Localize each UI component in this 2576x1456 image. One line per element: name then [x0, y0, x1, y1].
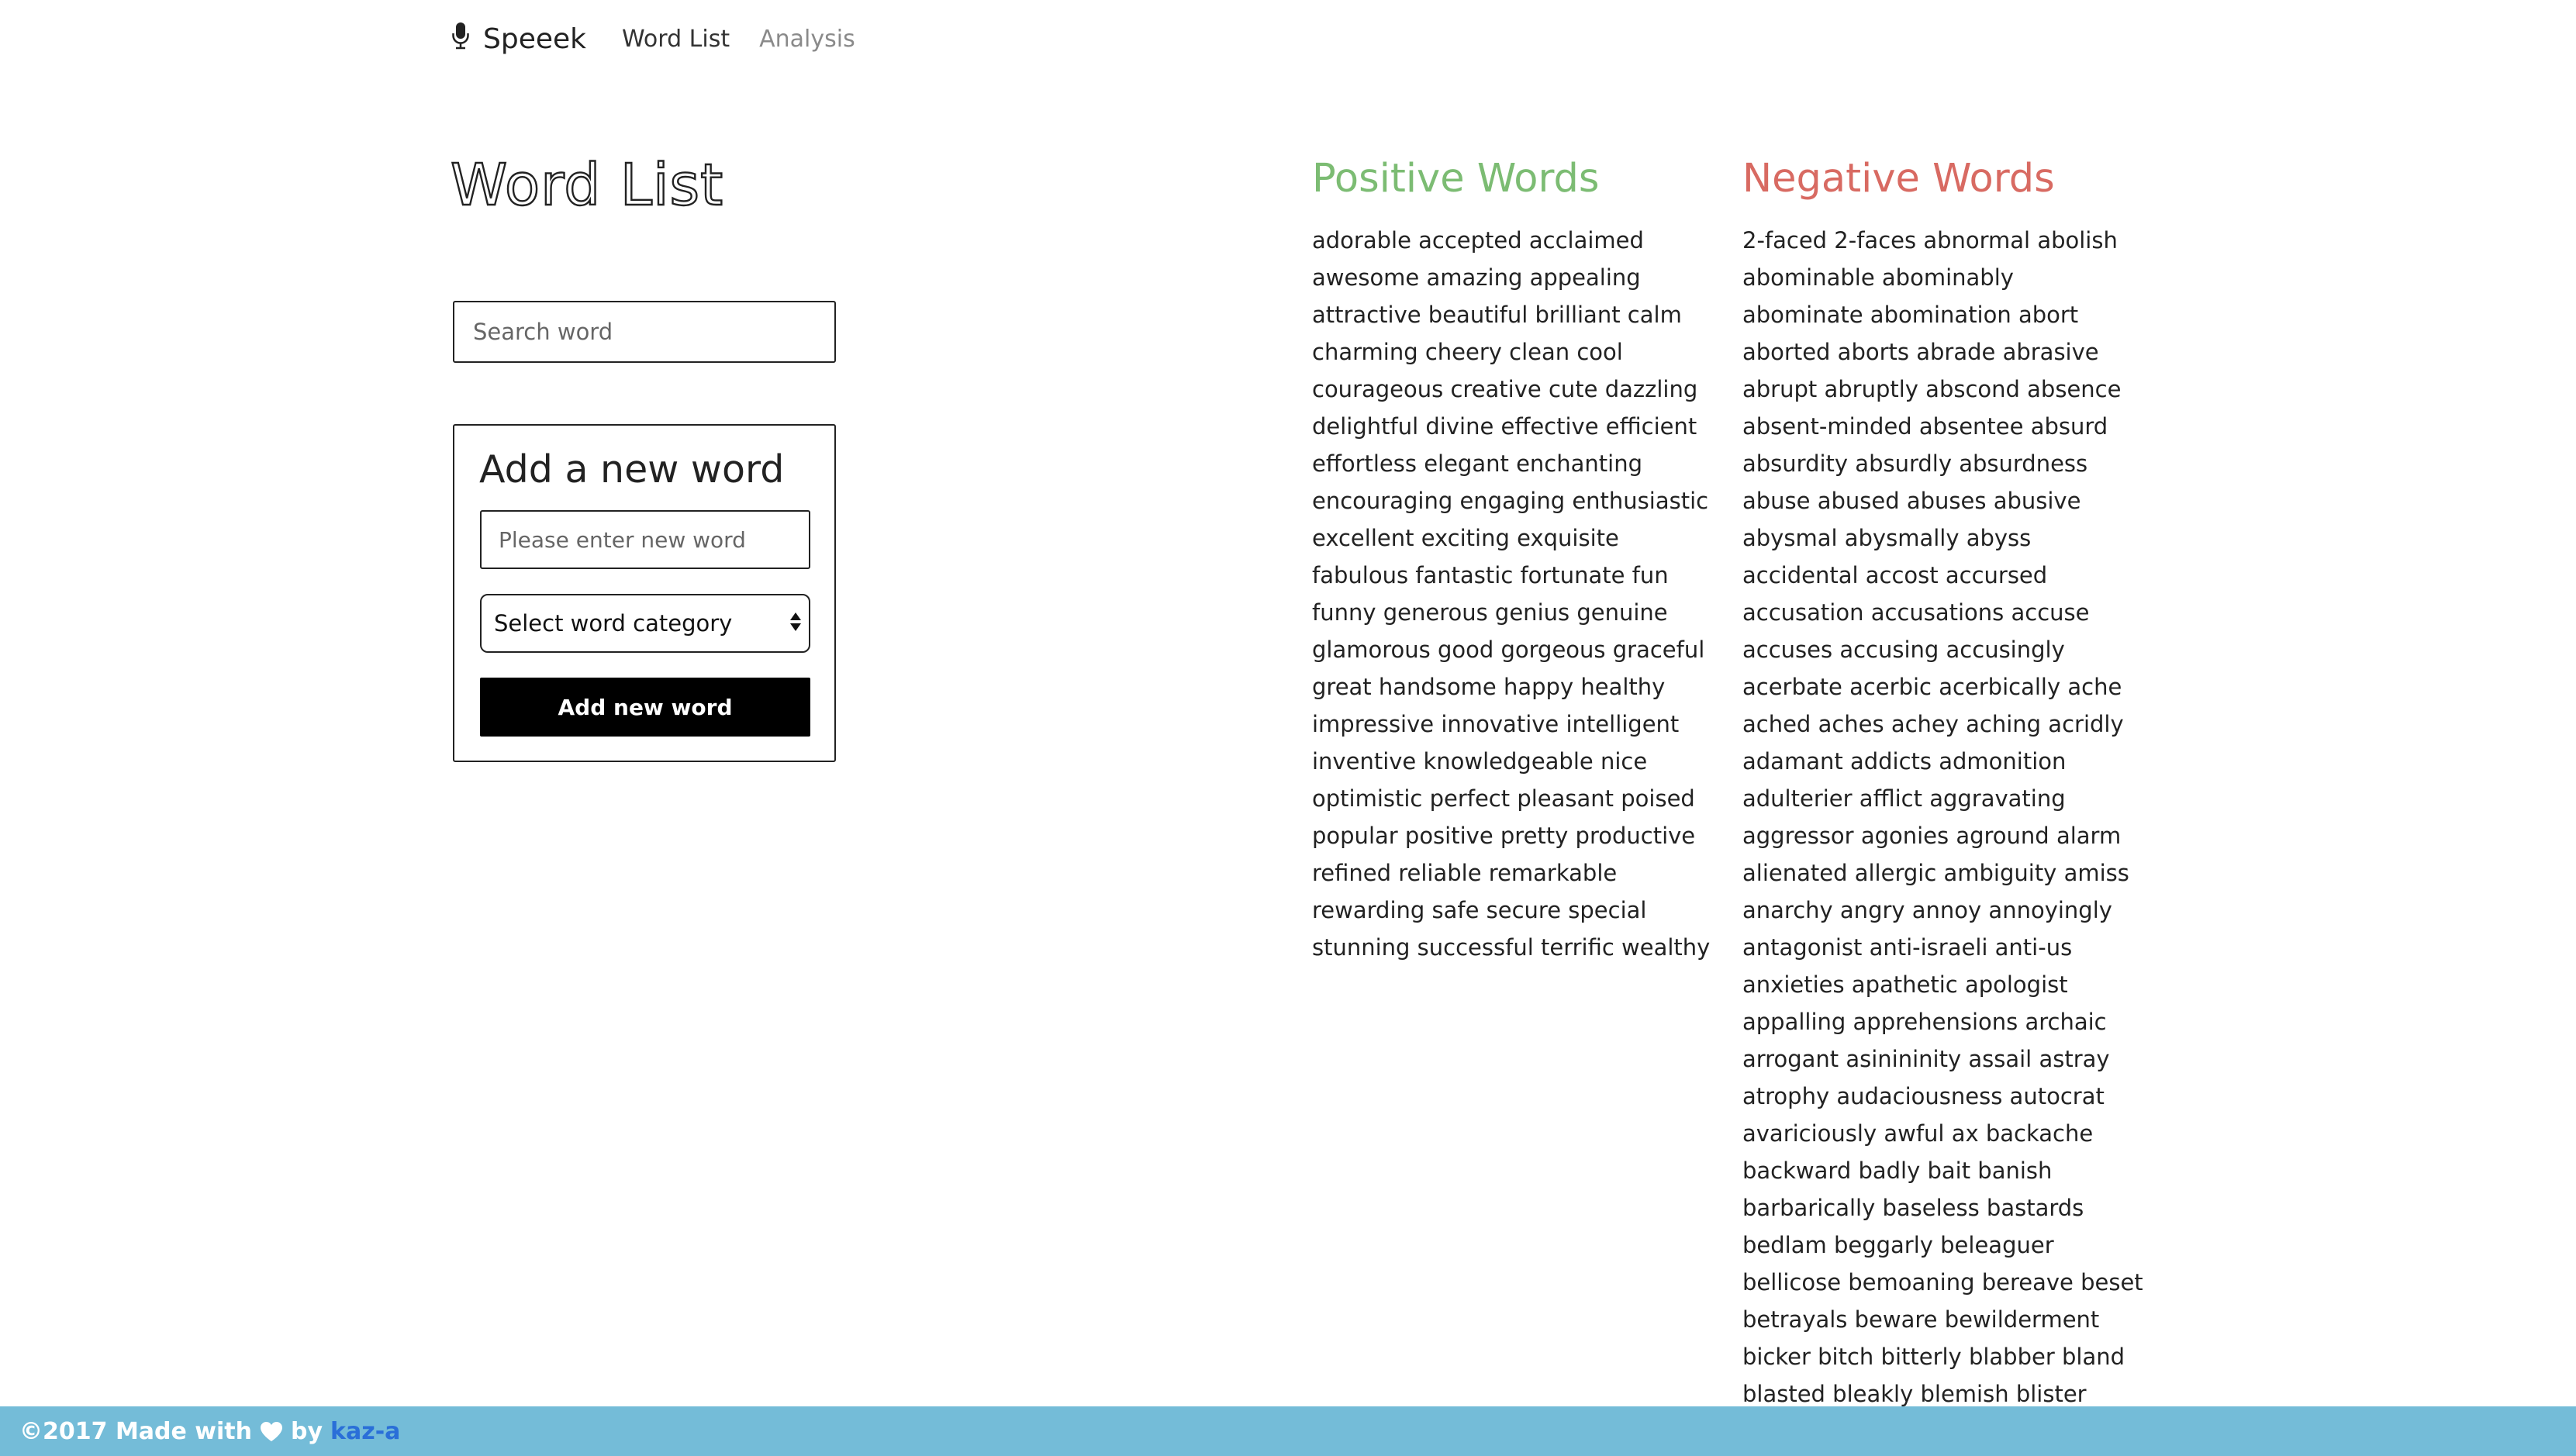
word-line: accusation accusations accuse — [1742, 599, 2090, 626]
negative-words-heading: Negative Words — [1742, 156, 2055, 202]
word-line: abuse abused abuses abusive — [1742, 488, 2081, 514]
word-line: inventive knowledgeable nice — [1312, 748, 1648, 775]
word-line: great handsome happy healthy — [1312, 674, 1666, 700]
word-line: atrophy audaciousness autocrat — [1742, 1083, 2105, 1109]
negative-words-list: 2-faced 2-faces abnormal abolish abominab… — [1742, 222, 2146, 1413]
positive-words-list: adorable accepted acclaimed awesome amazi… — [1312, 222, 1715, 966]
word-line: popular positive pretty productive — [1312, 823, 1696, 849]
add-word-title: Add a new word — [479, 447, 785, 492]
word-line: stunning successful terrific wealthy — [1312, 934, 1711, 961]
word-line: 2-faced 2-faces abnormal abolish — [1742, 227, 2118, 254]
word-line: absurdity absurdly absurdness — [1742, 450, 2088, 477]
word-line: abysmal abysmally abyss — [1742, 525, 2032, 551]
word-line: courageous creative cute dazzling — [1312, 376, 1698, 402]
select-arrows-icon — [790, 612, 801, 631]
word-line: accuses accusing accusingly — [1742, 637, 2065, 663]
word-line: appalling apprehensions archaic — [1742, 1009, 2107, 1035]
footer-copyright: ©2017 Made with — [19, 1417, 252, 1445]
word-line: betrayals beware bewilderment — [1742, 1306, 2100, 1333]
author-link[interactable]: kaz-a — [330, 1418, 400, 1445]
footer-by: by — [291, 1417, 323, 1445]
word-line: fabulous fantastic fortunate fun — [1312, 562, 1669, 588]
brand-name: Speeek — [483, 22, 586, 55]
negative-words-column: Negative Words 2-faced 2-faces abnormal … — [1742, 152, 2146, 1413]
word-line: impressive innovative intelligent — [1312, 711, 1680, 737]
top-nav: Speeek Word List Analysis — [452, 17, 885, 60]
word-line: effortless elegant enchanting — [1312, 450, 1642, 477]
word-line: accidental accost accursed — [1742, 562, 2048, 588]
word-line: bedlam beggarly beleaguer — [1742, 1232, 2054, 1258]
word-line: aborted aborts abrade abrasive — [1742, 339, 2099, 365]
word-line: encouraging engaging enthusiastic — [1312, 488, 1709, 514]
word-line: glamorous good gorgeous graceful — [1312, 637, 1705, 663]
heart-icon — [260, 1421, 283, 1442]
footer: ©2017 Made with by kaz-a — [0, 1406, 2576, 1456]
word-line: charming cheery clean cool — [1312, 339, 1623, 365]
word-line: delightful divine effective efficient — [1312, 413, 1697, 440]
brand-link[interactable]: Speeek — [452, 22, 586, 57]
word-line: bellicose bemoaning bereave beset — [1742, 1269, 2143, 1296]
word-line: optimistic perfect pleasant poised — [1312, 785, 1695, 812]
word-line: funny generous genius genuine — [1312, 599, 1668, 626]
positive-words-column: Positive Words adorable accepted acclaim… — [1312, 152, 1715, 966]
word-line: avariciously awful ax backache — [1742, 1120, 2094, 1147]
word-line: rewarding safe secure special — [1312, 897, 1647, 923]
word-line: adulterier afflict aggravating — [1742, 785, 2066, 812]
positive-words-heading: Positive Words — [1312, 156, 1600, 202]
word-line: excellent exciting exquisite — [1312, 525, 1619, 551]
word-line: barbarically baseless bastards — [1742, 1195, 2084, 1221]
word-line: backward badly bait banish — [1742, 1158, 2053, 1184]
word-line: alienated allergic ambiguity amiss — [1742, 860, 2129, 886]
nav-link-word-list[interactable]: Word List — [622, 26, 730, 53]
word-line: ached aches achey aching acridly — [1742, 711, 2124, 737]
word-line: arrogant asinininity assail astray — [1742, 1046, 2110, 1072]
page-title: Word List — [450, 151, 724, 219]
word-line: adorable accepted acclaimed — [1312, 227, 1644, 254]
word-line: aggressor agonies aground alarm — [1742, 823, 2122, 849]
word-line: refined reliable remarkable — [1312, 860, 1618, 886]
add-new-word-button[interactable]: Add new word — [480, 678, 810, 737]
word-line: attractive beautiful brilliant calm — [1312, 302, 1682, 328]
word-line: antagonist anti-israeli anti-us — [1742, 934, 2073, 961]
word-category-select[interactable]: Select word category — [480, 594, 810, 653]
nav-link-analysis[interactable]: Analysis — [759, 26, 855, 53]
word-line: abrupt abruptly abscond absence — [1742, 376, 2122, 402]
word-line: abominable abominably — [1742, 264, 2014, 291]
word-line: absent-minded absentee absurd — [1742, 413, 2108, 440]
word-line: acerbate acerbic acerbically ache — [1742, 674, 2122, 700]
word-line: adamant addicts admonition — [1742, 748, 2067, 775]
microphone-icon — [452, 22, 483, 57]
add-word-panel: Add a new word Select word category Add … — [453, 424, 836, 762]
category-select-value: Select word category — [494, 610, 733, 637]
word-line: abominate abomination abort — [1742, 302, 2079, 328]
word-line: anxieties apathetic apologist — [1742, 971, 2068, 998]
word-line: awesome amazing appealing — [1312, 264, 1641, 291]
word-line: anarchy angry annoy annoyingly — [1742, 897, 2112, 923]
search-input[interactable] — [453, 301, 836, 363]
word-line: bicker bitch bitterly blabber bland — [1742, 1344, 2125, 1370]
new-word-input[interactable] — [480, 510, 810, 569]
